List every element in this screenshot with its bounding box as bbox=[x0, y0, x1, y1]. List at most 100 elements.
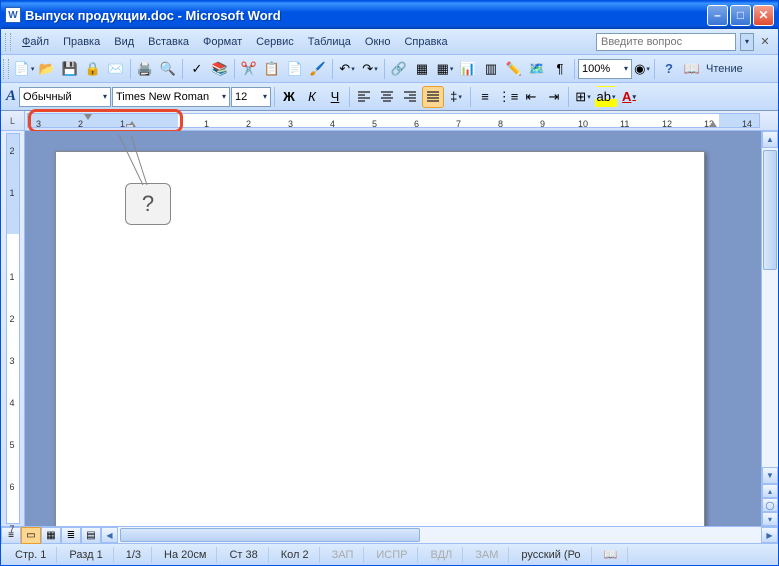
scroll-right-button[interactable]: ▶ bbox=[761, 527, 778, 543]
align-right-icon[interactable] bbox=[399, 86, 421, 108]
reading-layout-icon[interactable]: 📖 bbox=[681, 58, 703, 80]
line-spacing-icon[interactable]: ‡ bbox=[445, 86, 467, 108]
bullets-icon[interactable]: ⋮≡ bbox=[497, 86, 519, 108]
underline-icon[interactable]: Ч bbox=[324, 86, 346, 108]
redo-icon[interactable]: ↷ bbox=[359, 58, 381, 80]
print-preview-icon[interactable]: 🔍 bbox=[157, 58, 179, 80]
close-button[interactable]: ✕ bbox=[753, 5, 774, 26]
status-col[interactable]: Кол 2 bbox=[271, 547, 320, 563]
italic-icon[interactable]: К bbox=[301, 86, 323, 108]
paste-icon[interactable]: 📄 bbox=[284, 58, 306, 80]
style-combo[interactable]: Обычный▾ bbox=[19, 87, 111, 107]
hscroll-thumb[interactable] bbox=[120, 528, 420, 542]
vscroll-thumb[interactable] bbox=[763, 150, 777, 270]
browse-prev-button[interactable]: ▴ bbox=[762, 484, 778, 498]
cut-icon[interactable]: ✂️ bbox=[238, 58, 260, 80]
menu-view[interactable]: Вид bbox=[107, 33, 141, 51]
menu-format[interactable]: Формат bbox=[196, 33, 249, 51]
horizontal-ruler[interactable]: 3 2 1 1 2 3 4 5 6 7 8 9 10 11 12 13 14 bbox=[27, 113, 760, 128]
vscroll-track[interactable] bbox=[762, 148, 778, 467]
menu-edit[interactable]: Правка bbox=[56, 33, 107, 51]
status-page[interactable]: Стр. 1 bbox=[5, 547, 57, 563]
zoom-combo[interactable]: 100%▾ bbox=[578, 59, 632, 79]
mail-icon[interactable]: ✉️ bbox=[105, 58, 127, 80]
hscroll-track[interactable] bbox=[118, 527, 761, 543]
scroll-up-button[interactable]: ▲ bbox=[762, 131, 778, 148]
reading-label[interactable]: Чтение bbox=[704, 63, 745, 75]
tab-selector[interactable]: L bbox=[1, 111, 25, 130]
outline-view-button[interactable]: ≣ bbox=[61, 527, 81, 544]
highlight-icon[interactable]: ab bbox=[595, 86, 617, 108]
first-line-indent-marker[interactable] bbox=[84, 114, 92, 120]
status-rec[interactable]: ЗАП bbox=[322, 547, 365, 563]
horizontal-scrollbar[interactable]: ◀ ▶ bbox=[101, 527, 778, 543]
decrease-indent-icon[interactable]: ⇤ bbox=[520, 86, 542, 108]
show-paragraph-icon[interactable]: ¶ bbox=[549, 58, 571, 80]
print-layout-view-button[interactable]: ▭ bbox=[21, 527, 41, 544]
vertical-scrollbar[interactable]: ▲ ▼ ▴ ◯ ▾ bbox=[761, 131, 778, 526]
save-icon[interactable]: 💾 bbox=[59, 58, 81, 80]
menu-window[interactable]: Окно bbox=[358, 33, 398, 51]
ask-question-input[interactable] bbox=[596, 33, 736, 51]
status-ext[interactable]: ВДЛ bbox=[420, 547, 463, 563]
minimize-button[interactable]: – bbox=[707, 5, 728, 26]
numbering-icon[interactable]: ≡ bbox=[474, 86, 496, 108]
vertical-ruler[interactable]: 2 1 1 2 3 4 5 6 7 bbox=[1, 131, 25, 526]
align-left-icon[interactable] bbox=[353, 86, 375, 108]
browse-object-button[interactable]: ◯ bbox=[762, 498, 778, 512]
scroll-left-button[interactable]: ◀ bbox=[101, 527, 118, 543]
menu-file[interactable]: Файл bbox=[15, 33, 56, 51]
increase-indent-icon[interactable]: ⇥ bbox=[543, 86, 565, 108]
status-spellcheck-icon[interactable]: 📖 bbox=[594, 547, 629, 563]
menubar-close-doc[interactable]: ✕ bbox=[758, 35, 772, 49]
menu-insert[interactable]: Вставка bbox=[141, 33, 196, 51]
help-icon[interactable]: ? bbox=[658, 58, 680, 80]
titlebar[interactable]: W Выпуск продукции.doc - Microsoft Word … bbox=[1, 1, 778, 29]
menu-tools[interactable]: Сервис bbox=[249, 33, 301, 51]
status-lang[interactable]: русский (Ро bbox=[511, 547, 591, 563]
scroll-down-button[interactable]: ▼ bbox=[762, 467, 778, 484]
status-trk[interactable]: ИСПР bbox=[366, 547, 418, 563]
permission-icon[interactable]: 🔒 bbox=[82, 58, 104, 80]
hyperlink-icon[interactable]: 🔗 bbox=[388, 58, 410, 80]
tables-borders-icon[interactable]: ▦ bbox=[411, 58, 433, 80]
font-color-icon[interactable]: A bbox=[618, 86, 640, 108]
ask-question-dropdown[interactable]: ▾ bbox=[740, 33, 754, 51]
left-indent-marker[interactable] bbox=[126, 124, 134, 128]
maximize-button[interactable]: □ bbox=[730, 5, 751, 26]
status-at[interactable]: На 20см bbox=[154, 547, 217, 563]
right-indent-marker[interactable] bbox=[709, 121, 717, 127]
status-section[interactable]: Разд 1 bbox=[59, 547, 113, 563]
font-size-combo[interactable]: 12▾ bbox=[231, 87, 271, 107]
bold-icon[interactable]: Ж bbox=[278, 86, 300, 108]
print-icon[interactable]: 🖨️ bbox=[134, 58, 156, 80]
align-justify-icon[interactable] bbox=[422, 86, 444, 108]
open-icon[interactable]: 📂 bbox=[36, 58, 58, 80]
page-viewport[interactable]: ? bbox=[25, 131, 761, 526]
style-selector-icon[interactable]: A bbox=[4, 86, 18, 108]
insert-excel-icon[interactable]: 📊 bbox=[457, 58, 479, 80]
menu-table[interactable]: Таблица bbox=[301, 33, 358, 51]
columns-icon[interactable]: ▥ bbox=[480, 58, 502, 80]
toolbar-options-icon[interactable]: ◉ bbox=[633, 58, 651, 80]
web-layout-view-button[interactable]: ▦ bbox=[41, 527, 61, 544]
spellcheck-icon[interactable]: ✓ bbox=[186, 58, 208, 80]
undo-icon[interactable]: ↶ bbox=[336, 58, 358, 80]
status-line[interactable]: Ст 38 bbox=[219, 547, 268, 563]
status-pages[interactable]: 1/3 bbox=[116, 547, 152, 563]
doc-map-icon[interactable]: 🗺️ bbox=[526, 58, 548, 80]
research-icon[interactable]: 📚 bbox=[209, 58, 231, 80]
borders-icon[interactable]: ⊞ bbox=[572, 86, 594, 108]
new-doc-icon[interactable]: 📄 bbox=[13, 58, 35, 80]
toolbar-grip[interactable] bbox=[3, 59, 9, 79]
drawing-icon[interactable]: ✏️ bbox=[503, 58, 525, 80]
font-combo[interactable]: Times New Roman▾ bbox=[112, 87, 230, 107]
align-center-icon[interactable] bbox=[376, 86, 398, 108]
reading-view-button[interactable]: ▤ bbox=[81, 527, 101, 544]
insert-table-icon[interactable]: ▦ bbox=[434, 58, 456, 80]
copy-icon[interactable]: 📋 bbox=[261, 58, 283, 80]
browse-next-button[interactable]: ▾ bbox=[762, 512, 778, 526]
menubar-grip[interactable] bbox=[5, 33, 11, 51]
menu-help[interactable]: Справка bbox=[397, 33, 454, 51]
format-painter-icon[interactable]: 🖌️ bbox=[307, 58, 329, 80]
